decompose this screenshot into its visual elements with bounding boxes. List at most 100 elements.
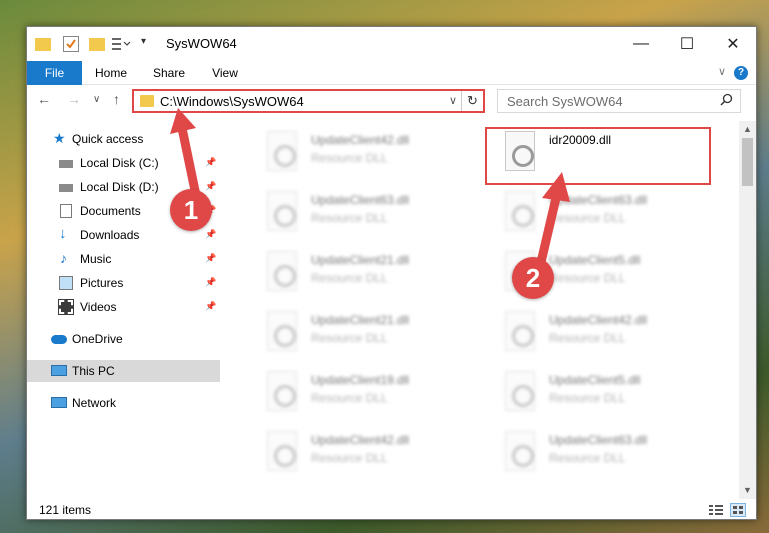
scroll-up-icon[interactable]: ▲ xyxy=(739,121,756,138)
quick-access-dropdown-icon[interactable]: ▾ xyxy=(141,36,157,52)
sidebar-item-label: Quick access xyxy=(72,132,144,146)
up-arrow-icon[interactable]: ↑ xyxy=(113,91,120,107)
address-dropdown-icon[interactable]: ∨ xyxy=(449,94,457,107)
documents-icon xyxy=(60,204,72,218)
sidebar-item-local-disk-c[interactable]: Local Disk (C:) 📌 xyxy=(27,152,220,174)
file-item[interactable]: UpdateClient63.dll Resource DLL xyxy=(245,187,465,235)
large-icons-view-icon[interactable] xyxy=(730,503,746,517)
file-item[interactable]: UpdateClient42.dll Resource DLL xyxy=(245,127,465,175)
file-type: Resource DLL xyxy=(549,451,626,465)
file-item[interactable]: UpdateClient21.dll Resource DLL xyxy=(245,247,465,295)
file-name: UpdateClient21.dll xyxy=(311,253,410,267)
music-icon: ♪ xyxy=(60,250,67,266)
drive-icon xyxy=(59,184,73,192)
minimize-button[interactable]: — xyxy=(618,27,664,61)
file-item[interactable]: UpdateClient63.dll Resource DLL xyxy=(483,187,703,235)
file-item[interactable]: UpdateClient5.dll Resource DLL xyxy=(483,367,703,415)
scroll-down-icon[interactable]: ▼ xyxy=(739,482,756,499)
callout-one: 1 xyxy=(170,189,212,231)
pin-icon: 📌 xyxy=(205,301,217,311)
file-name: UpdateClient63.dll xyxy=(549,433,648,447)
search-icon[interactable] xyxy=(720,93,733,109)
title-bar: ▾ SysWOW64 — ☐ ✕ xyxy=(27,27,756,61)
file-list: idr20009.dll UpdateClient42.dll Resource… xyxy=(227,121,737,501)
details-view-icon[interactable] xyxy=(708,503,724,517)
help-icon[interactable]: ? xyxy=(734,66,748,80)
file-name: UpdateClient63.dll xyxy=(311,193,410,207)
dll-file-icon xyxy=(267,131,297,171)
computer-icon xyxy=(51,365,67,376)
back-arrow-icon[interactable]: ← xyxy=(37,91,51,107)
sidebar-item-label: Pictures xyxy=(80,276,124,290)
properties-icon[interactable] xyxy=(63,36,79,52)
sidebar-item-label: Downloads xyxy=(80,228,140,242)
sidebar-item-network[interactable]: Network xyxy=(27,392,220,414)
navigation-bar: ← → ∨ ↑ C:\Windows\SysWOW64 ∨ ↻ Search S… xyxy=(27,85,756,117)
sidebar-item-this-pc[interactable]: This PC xyxy=(27,360,220,382)
file-item[interactable]: UpdateClient42.dll Resource DLL xyxy=(245,427,465,475)
address-path[interactable]: C:\Windows\SysWOW64 xyxy=(160,94,304,109)
tab-file[interactable]: File xyxy=(27,61,82,85)
sidebar-item-label: Network xyxy=(72,396,117,410)
folder-icon xyxy=(140,95,154,107)
close-button[interactable]: ✕ xyxy=(710,27,756,61)
recent-locations-icon[interactable]: ∨ xyxy=(93,94,100,105)
dll-file-icon xyxy=(267,371,297,411)
dll-file-icon xyxy=(505,311,535,351)
pin-icon: 📌 xyxy=(205,277,217,287)
expand-ribbon-icon[interactable]: ∨ xyxy=(718,65,726,78)
file-name: UpdateClient42.dll xyxy=(549,313,648,327)
sidebar-item-label: Documents xyxy=(80,204,141,218)
pin-icon: 📌 xyxy=(205,181,217,191)
sidebar-item-pictures[interactable]: Pictures 📌 xyxy=(27,272,220,294)
callout-two: 2 xyxy=(512,257,554,299)
pin-icon: 📌 xyxy=(205,157,217,167)
vertical-scrollbar[interactable]: ▲ ▼ xyxy=(739,121,756,499)
file-name: UpdateClient19.dll xyxy=(311,373,410,387)
address-bar[interactable]: C:\Windows\SysWOW64 ∨ ↻ xyxy=(132,89,485,113)
file-name: UpdateClient21.dll xyxy=(311,313,410,327)
file-name: UpdateClient5.dll xyxy=(549,373,641,387)
search-placeholder: Search SysWOW64 xyxy=(507,94,623,109)
item-count: 121 items xyxy=(39,503,92,517)
dll-file-icon xyxy=(505,191,535,231)
dll-file-icon xyxy=(505,371,535,411)
file-item[interactable]: UpdateClient63.dll Resource DLL xyxy=(483,427,703,475)
file-item[interactable]: UpdateClient42.dll Resource DLL xyxy=(483,307,703,355)
file-type: Resource DLL xyxy=(311,391,388,405)
sidebar-item-label: Videos xyxy=(80,300,117,314)
dll-file-icon xyxy=(267,311,297,351)
dll-file-icon xyxy=(267,431,297,471)
window-title: SysWOW64 xyxy=(166,36,237,51)
file-item[interactable]: UpdateClient21.dll Resource DLL xyxy=(245,307,465,355)
file-name: UpdateClient42.dll xyxy=(311,133,410,147)
maximize-button[interactable]: ☐ xyxy=(664,27,710,61)
pin-icon: 📌 xyxy=(205,253,217,263)
tab-home[interactable]: Home xyxy=(89,61,133,85)
search-input[interactable]: Search SysWOW64 xyxy=(497,89,741,113)
folder-icon xyxy=(35,38,51,51)
refresh-icon[interactable]: ↻ xyxy=(461,91,483,111)
file-explorer-window: ▾ SysWOW64 — ☐ ✕ File Home Share View ∨ … xyxy=(26,26,757,520)
file-name: UpdateClient63.dll xyxy=(549,193,648,207)
file-type: Resource DLL xyxy=(549,211,626,225)
cloud-icon xyxy=(51,335,67,344)
sidebar-item-quick-access[interactable]: ★ Quick access xyxy=(27,128,220,150)
sidebar-item-label: OneDrive xyxy=(72,332,123,346)
file-type: Resource DLL xyxy=(311,331,388,345)
sidebar-item-music[interactable]: ♪ Music 📌 xyxy=(27,248,220,270)
customize-icon[interactable] xyxy=(111,36,131,52)
file-type: Resource DLL xyxy=(311,451,388,465)
highlight-box-file xyxy=(485,127,711,185)
scroll-thumb[interactable] xyxy=(742,138,753,186)
pictures-icon xyxy=(59,276,73,290)
downloads-icon: ↓ xyxy=(59,225,67,242)
new-folder-icon[interactable] xyxy=(89,38,105,51)
file-item[interactable]: UpdateClient19.dll Resource DLL xyxy=(245,367,465,415)
tab-view[interactable]: View xyxy=(205,61,245,85)
sidebar-item-onedrive[interactable]: OneDrive xyxy=(27,328,220,350)
sidebar-item-videos[interactable]: Videos 📌 xyxy=(27,296,220,318)
network-icon xyxy=(51,397,67,408)
tab-share[interactable]: Share xyxy=(147,61,191,85)
forward-arrow-icon[interactable]: → xyxy=(67,91,81,107)
